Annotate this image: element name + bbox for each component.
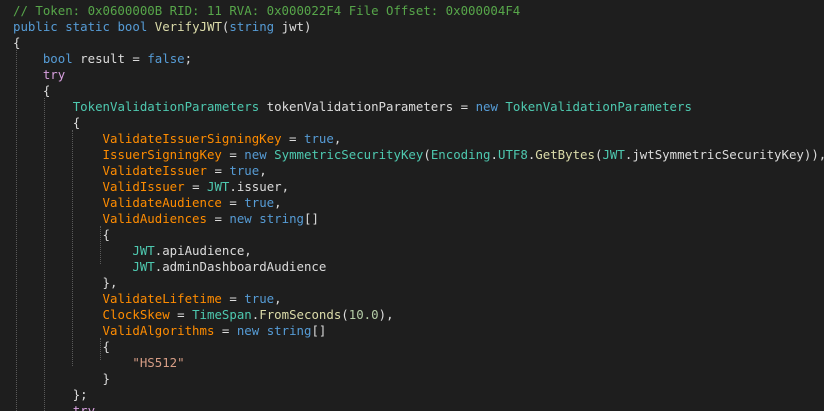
code-line-algorithm-item[interactable]: "HS512" xyxy=(13,355,185,371)
prop-name: ValidateIssuer xyxy=(102,163,207,178)
code-line-validate-audience[interactable]: ValidateAudience = true, xyxy=(13,195,282,211)
code-line-valid-issuer[interactable]: ValidIssuer = JWT.issuer, xyxy=(13,179,290,195)
jwt-member: jwtSymmetricSecurityKey xyxy=(632,147,804,162)
jwt-member: adminDashboardAudience xyxy=(162,259,327,274)
code-editor[interactable]: // Token: 0x0600000B RID: 11 RVA: 0x0000… xyxy=(0,0,824,411)
result-type: bool xyxy=(42,51,73,66)
code-line-issuer-signing-key[interactable]: IssuerSigningKey = new SymmetricSecurity… xyxy=(13,147,824,163)
jwt-class: JWT xyxy=(132,259,155,274)
param-name: jwt xyxy=(281,19,304,34)
encoding-class: Encoding xyxy=(430,147,491,162)
result-name: result xyxy=(80,51,125,66)
prop-name: ValidAudiences xyxy=(102,211,207,226)
prop-name: ValidateIssuerSigningKey xyxy=(102,131,282,146)
code-line-result-decl[interactable]: bool result = false; xyxy=(13,51,192,67)
tvp-new-type: TokenValidationParameters xyxy=(505,99,692,114)
code-line-open-brace[interactable]: { xyxy=(13,35,20,51)
tvp-type: TokenValidationParameters xyxy=(72,99,260,114)
code-line-valid-algorithms[interactable]: ValidAlgorithms = new string[] xyxy=(13,323,327,339)
prop-name: ClockSkew xyxy=(102,307,170,322)
type-name: string xyxy=(259,211,304,226)
tvp-name: tokenValidationParameters xyxy=(266,99,454,114)
getbytes-method: GetBytes xyxy=(535,147,595,162)
prop-value: true xyxy=(229,163,260,178)
code-line-valid-audiences[interactable]: ValidAudiences = new string[] xyxy=(13,211,319,227)
prop-name: IssuerSigningKey xyxy=(102,147,222,162)
code-line-inner-try[interactable]: try xyxy=(13,403,95,411)
code-line-validate-lifetime[interactable]: ValidateLifetime = true, xyxy=(13,291,282,307)
code-line-validate-issuer-signing-key[interactable]: ValidateIssuerSigningKey = true, xyxy=(13,131,342,147)
prop-value: true xyxy=(244,195,275,210)
jwt-member: apiAudience xyxy=(162,243,245,258)
prop-name: ValidIssuer xyxy=(102,179,185,194)
jwt-member: issuer xyxy=(236,179,282,194)
algorithm-string: "HS512" xyxy=(132,355,185,370)
modifiers-keyword: public static xyxy=(13,19,110,34)
tvp-new-keyword: new xyxy=(475,99,498,114)
method-name: VerifyJWT xyxy=(154,19,222,34)
prop-value: true xyxy=(303,131,334,146)
code-line-clock-skew[interactable]: ClockSkew = TimeSpan.FromSeconds(10.0), xyxy=(13,307,394,323)
new-keyword: new xyxy=(244,147,267,162)
jwt-class: JWT xyxy=(207,179,230,194)
code-line-audience-item[interactable]: JWT.adminDashboardAudience xyxy=(13,259,326,275)
code-line-validate-issuer[interactable]: ValidateIssuer = true, xyxy=(13,163,267,179)
return-type-keyword: bool xyxy=(117,19,148,34)
code-line-array-open[interactable]: { xyxy=(13,227,110,243)
new-keyword: new xyxy=(236,323,260,338)
param-type: string xyxy=(229,19,275,34)
new-keyword: new xyxy=(229,211,252,226)
prop-value: true xyxy=(244,291,275,306)
try-keyword: try xyxy=(72,403,96,411)
jwt-class: JWT xyxy=(132,243,155,258)
type-name: SymmetricSecurityKey xyxy=(274,147,424,162)
prop-name: ValidAlgorithms xyxy=(102,323,215,338)
timespan-class: TimeSpan xyxy=(192,307,252,322)
fromseconds-method: FromSeconds xyxy=(259,307,342,322)
code-line-try[interactable]: try xyxy=(13,67,65,83)
code-line-tvp-decl[interactable]: TokenValidationParameters tokenValidatio… xyxy=(13,99,692,115)
type-name: string xyxy=(266,323,312,338)
code-line-array-close[interactable]: }, xyxy=(13,275,118,291)
seconds-value: 10.0 xyxy=(348,307,379,322)
prop-name: ValidateAudience xyxy=(102,195,222,210)
code-line-init-open[interactable]: { xyxy=(13,115,80,131)
code-line-array-open[interactable]: { xyxy=(13,339,110,355)
code-line-array-close[interactable]: } xyxy=(13,371,110,387)
result-value: false xyxy=(147,51,185,66)
jwt-class: JWT xyxy=(602,147,625,162)
code-line-signature[interactable]: public static bool VerifyJWT(string jwt) xyxy=(13,19,311,35)
prop-name: ValidateLifetime xyxy=(102,291,222,306)
try-keyword: try xyxy=(42,67,66,82)
code-line-init-close[interactable]: }; xyxy=(13,387,88,403)
code-line-comment[interactable]: // Token: 0x0600000B RID: 11 RVA: 0x0000… xyxy=(13,3,520,19)
code-line-audience-item[interactable]: JWT.apiAudience, xyxy=(13,243,251,259)
token-comment: // Token: 0x0600000B RID: 11 RVA: 0x0000… xyxy=(13,3,521,18)
utf8-member: UTF8 xyxy=(497,147,528,162)
code-line-try-open[interactable]: { xyxy=(13,83,50,99)
